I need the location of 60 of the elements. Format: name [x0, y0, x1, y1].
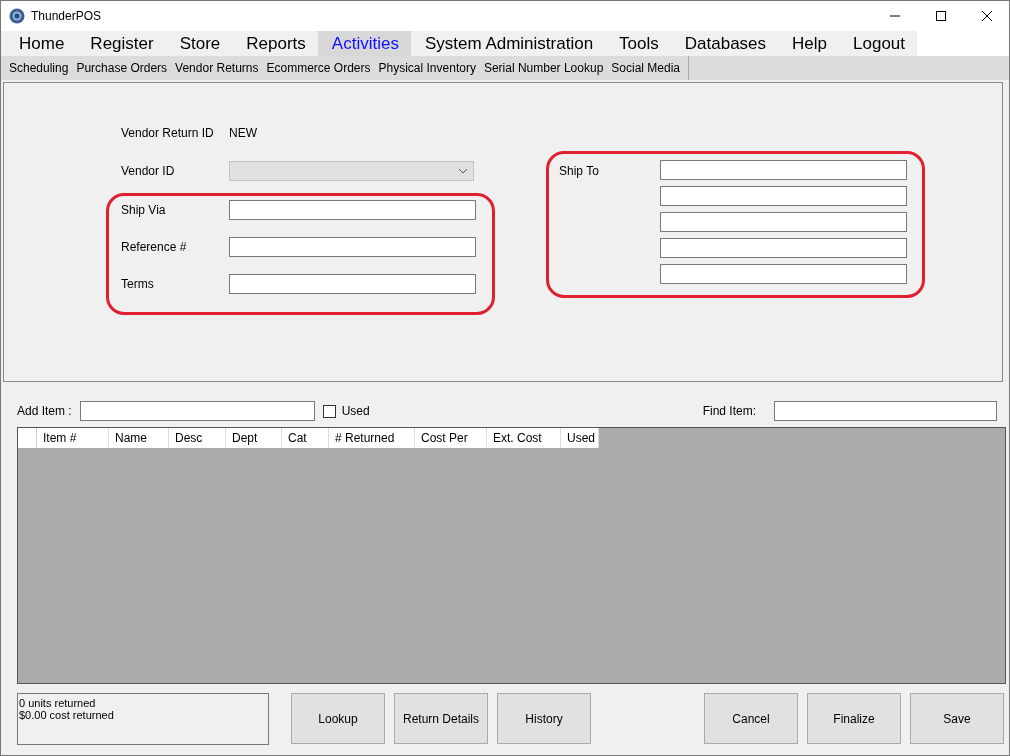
- checkbox-label: Used: [341, 404, 370, 418]
- summary-text: 0 units returned: [19, 697, 97, 709]
- input-field[interactable]: [229, 237, 476, 257]
- column-header[interactable]: Cat: [282, 428, 329, 448]
- column-header[interactable]: Name: [109, 428, 169, 448]
- add-item-field[interactable]: [79, 401, 315, 421]
- field-label: Vendor ID: [121, 164, 176, 178]
- column-header[interactable]: Cost Per: [415, 428, 487, 448]
- find-item-field[interactable]: [774, 401, 997, 421]
- field-label: Find Item:: [702, 404, 756, 418]
- menu-item[interactable]: Help: [778, 31, 840, 56]
- input-field[interactable]: [660, 186, 907, 206]
- input-field[interactable]: [229, 200, 476, 220]
- field-value: NEW: [229, 126, 257, 140]
- submenu-item[interactable]: Serial Number Lookup: [479, 56, 608, 80]
- input-field[interactable]: [660, 160, 907, 180]
- field-label: Terms: [121, 277, 155, 291]
- submenu-item[interactable]: Ecommerce Orders: [262, 56, 375, 80]
- column-header[interactable]: Desc: [169, 428, 226, 448]
- action-button[interactable]: Finalize: [807, 693, 901, 744]
- column-header[interactable]: # Returned: [329, 428, 415, 448]
- menu-item[interactable]: Databases: [670, 31, 779, 56]
- action-button[interactable]: Cancel: [704, 693, 798, 744]
- menu-item[interactable]: Register: [76, 31, 166, 56]
- menu-item[interactable]: Reports: [232, 31, 318, 56]
- summary-text: $0.00 cost returned: [19, 709, 115, 721]
- field-label: Vendor Return ID: [121, 126, 215, 140]
- chevron-down-icon: [458, 168, 468, 174]
- menu-item[interactable]: Activities: [317, 31, 411, 56]
- input-field[interactable]: [660, 264, 907, 284]
- submenu-item[interactable]: Purchase Orders: [72, 56, 172, 80]
- column-header[interactable]: Item #: [37, 428, 109, 448]
- window-title: ThunderPOS: [31, 9, 102, 23]
- action-button[interactable]: Lookup: [291, 693, 385, 744]
- menu-item[interactable]: Store: [165, 31, 233, 56]
- action-button[interactable]: History: [497, 693, 591, 744]
- field-label: Reference #: [121, 240, 188, 254]
- submenu-item[interactable]: Vendor Returns: [171, 56, 263, 80]
- checkbox[interactable]: [322, 404, 336, 418]
- maximize-icon[interactable]: [935, 10, 947, 22]
- menu-item[interactable]: Tools: [605, 31, 671, 56]
- action-button[interactable]: Save: [910, 693, 1004, 744]
- field-label: Ship Via: [121, 203, 167, 217]
- submenu-item[interactable]: Physical Inventory: [374, 56, 480, 80]
- column-header[interactable]: Used: [561, 428, 599, 448]
- submenu-item[interactable]: Scheduling: [5, 56, 73, 80]
- input-field[interactable]: [660, 212, 907, 232]
- menu-item[interactable]: Logout: [839, 31, 918, 56]
- input-field[interactable]: [660, 238, 907, 258]
- menu-item[interactable]: System Administration: [410, 31, 606, 56]
- menu-item[interactable]: Home: [5, 31, 77, 56]
- action-button[interactable]: Return Details: [394, 693, 488, 744]
- input-field[interactable]: [229, 274, 476, 294]
- column-header[interactable]: Ext. Cost: [487, 428, 561, 448]
- column-header[interactable]: Dept: [226, 428, 282, 448]
- field-label: Add Item :: [17, 404, 72, 418]
- field-label: Ship To: [559, 163, 600, 180]
- app-logo-icon: [9, 8, 25, 24]
- submenu-item[interactable]: Social Media: [607, 56, 684, 80]
- close-icon[interactable]: [981, 10, 993, 22]
